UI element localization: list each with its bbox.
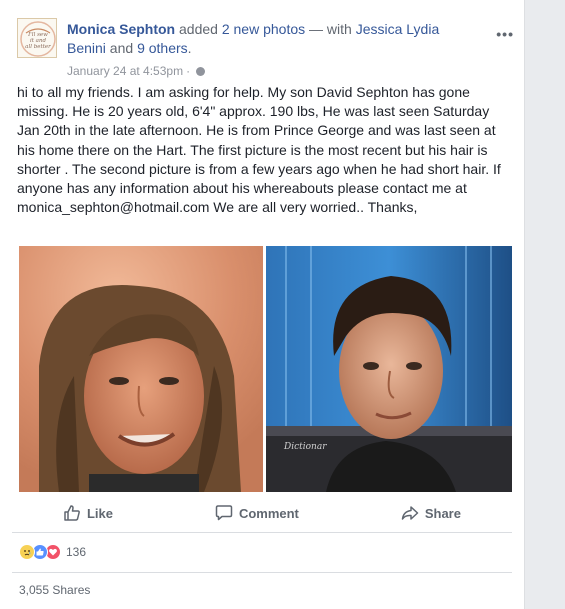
dictionary-caption: Dictionar <box>283 442 327 452</box>
comment-button[interactable]: Comment <box>215 504 299 522</box>
headline-period: . <box>187 40 192 56</box>
post-card: I'll sew it and all better Monica Sephto… <box>0 0 525 609</box>
post-body: hi to all my friends. I am asking for he… <box>17 84 505 216</box>
share-arrow-icon <box>401 506 419 520</box>
reactions-summary[interactable]: 136 <box>19 543 86 561</box>
divider <box>12 532 512 533</box>
photos-link[interactable]: 2 new photos <box>222 21 305 37</box>
author-name[interactable]: Monica Sephton <box>67 21 175 37</box>
reaction-count: 136 <box>66 545 87 559</box>
thumbs-up-icon <box>64 505 80 521</box>
photo-grid: Dictionar <box>19 246 512 492</box>
comment-label: Comment <box>238 505 299 521</box>
headline-with: — with <box>305 21 356 37</box>
photo-1[interactable] <box>19 246 263 492</box>
share-button[interactable]: Share <box>401 504 461 522</box>
divider <box>12 572 512 573</box>
action-bar: Like Comment Share <box>12 498 512 528</box>
like-label: Like <box>86 505 113 521</box>
headline-and: and <box>105 40 138 56</box>
globe-icon[interactable] <box>196 66 206 76</box>
comment-icon <box>215 505 233 521</box>
share-label: Share <box>424 505 461 521</box>
avatar[interactable]: I'll sew it and all better <box>17 18 57 58</box>
post-headline: Monica Sephton added 2 new photos — with… <box>67 20 477 58</box>
svg-text:all better: all better <box>25 44 51 50</box>
photo-2[interactable]: Dictionar <box>266 246 512 492</box>
shares-count[interactable]: 3,055 Shares <box>19 583 90 597</box>
post-timestamp[interactable]: January 24 at 4:53pm <box>67 64 183 78</box>
sad-reaction-icon <box>19 544 35 560</box>
more-options-icon[interactable]: ••• <box>496 26 514 42</box>
others-link[interactable]: 9 others <box>137 40 188 56</box>
post-meta: January 24 at 4:53pm · <box>67 64 206 78</box>
post-header: I'll sew it and all better Monica Sephto… <box>17 18 524 78</box>
like-button[interactable]: Like <box>63 504 113 522</box>
headline-verb: added <box>175 21 222 37</box>
meta-separator: · <box>186 64 191 78</box>
